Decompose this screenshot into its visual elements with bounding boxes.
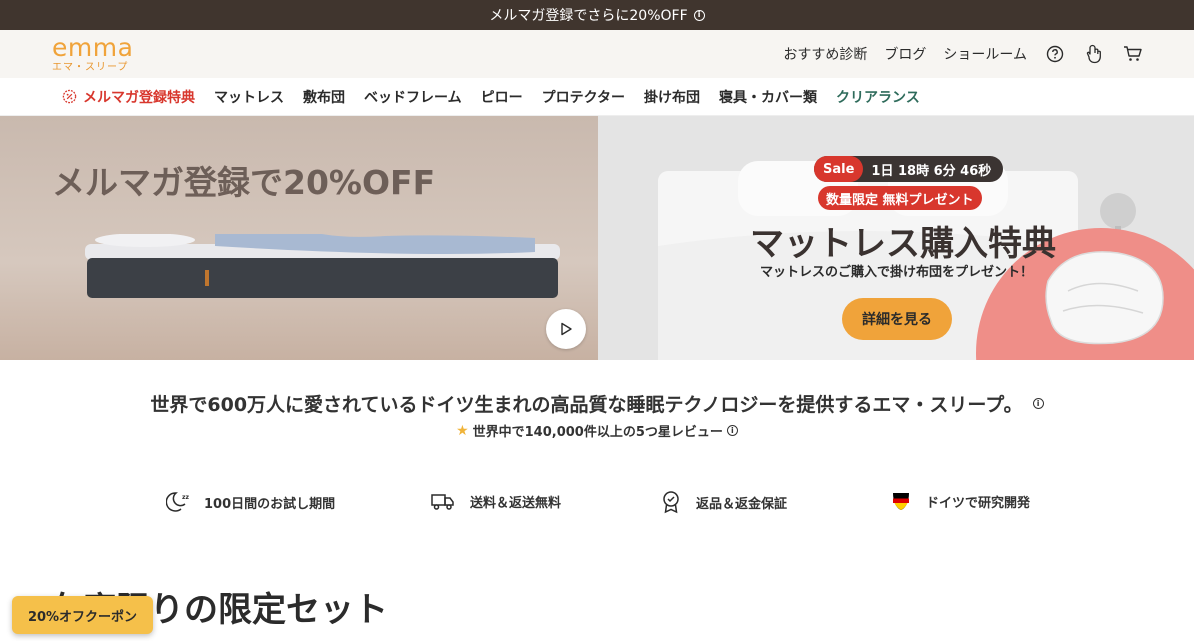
info-icon[interactable]: i: [726, 425, 738, 436]
hero-left-title: メルマガ登録で20%OFF: [52, 163, 436, 202]
nav-bedding-covers[interactable]: 寝具・カバー類: [719, 87, 817, 107]
usp-label: ドイツで研究開発: [926, 495, 1031, 511]
announcement-bar[interactable]: メルマガ登録でさらに20%OFF i: [0, 0, 1194, 30]
link-recommendation-quiz[interactable]: おすすめ診断: [783, 44, 867, 64]
svg-text:zz: zz: [182, 494, 189, 501]
usp-label: 返品＆返金保証: [696, 496, 788, 512]
hero-right-subtitle: マットレスのご購入で掛け布団をプレゼント！: [760, 265, 1034, 280]
award-badge-icon: [663, 491, 679, 514]
link-showroom[interactable]: ショールーム: [943, 44, 1027, 64]
emma-logo[interactable]: emma エマ・スリープ: [52, 35, 133, 73]
usp-germany: ドイツで研究開発: [890, 490, 1030, 512]
usp-row: zz 100日間のお試し期間 送料＆返送無料 返品＆返金保証 ドイツで研究開発: [0, 490, 1194, 520]
nav-duvet[interactable]: 掛け布団: [644, 87, 700, 107]
play-video-button[interactable]: [546, 309, 586, 349]
main-nav: メルマガ登録特典 マットレス 敷布団 ベッドフレーム ピロー プロテクター 掛け…: [0, 78, 1194, 116]
hero-newsletter-panel[interactable]: メルマガ登録で20%OFF: [0, 116, 598, 360]
info-icon[interactable]: i: [1032, 398, 1044, 409]
play-icon: [561, 322, 572, 336]
mattress-image: [85, 234, 560, 298]
sale-countdown: Sale 1日 18時 6分 46秒: [814, 156, 1004, 182]
account-icon[interactable]: [1083, 43, 1105, 65]
usp-label: 100日間のお試し期間: [204, 496, 336, 512]
trust-main: 世界で600万人に愛されているドイツ生まれの高品質な睡眠テクノロジーを提供するエ…: [150, 390, 1044, 417]
coupon-button[interactable]: 20%オフクーポン: [12, 596, 153, 634]
nav-mattress[interactable]: マットレス: [214, 87, 284, 107]
usp-trial: zz 100日間のお試し期間: [166, 490, 335, 514]
sale-tag: Sale: [814, 156, 864, 182]
nav-promo-label: メルマガ登録特典: [83, 89, 195, 106]
logo-subtitle: エマ・スリープ: [52, 62, 129, 73]
announcement-text[interactable]: メルマガ登録でさらに20%OFF: [489, 5, 687, 25]
usp-label: 送料＆返送無料: [470, 495, 562, 511]
nav-protector[interactable]: プロテクター: [542, 87, 625, 107]
hero-mattress-benefit-panel[interactable]: Sale 1日 18時 6分 46秒 数量限定 無料プレゼント マットレス購入特…: [598, 116, 1194, 360]
trust-statement: 世界で600万人に愛されているドイツ生まれの高品質な睡眠テクノロジーを提供するエ…: [0, 390, 1194, 440]
countdown-timer: 1日 18時 6分 46秒: [871, 163, 992, 179]
info-icon[interactable]: i: [693, 9, 705, 21]
folded-duvet-image: [1045, 251, 1164, 345]
review-summary: ★ 世界中で140,000件以上の5つ星レビュー i: [456, 421, 738, 440]
trust-main-text: 世界で600万人に愛されているドイツ生まれの高品質な睡眠テクノロジーを提供するエ…: [150, 394, 1023, 416]
nav-clearance[interactable]: クリアランス: [836, 87, 920, 107]
badge-percent-icon: [62, 89, 77, 104]
help-icon[interactable]: [1044, 43, 1066, 65]
hero-banner: メルマガ登録で20%OFF Sale 1日 18時 6分 46秒 数量限定 無料…: [0, 116, 1194, 360]
usp-shipping: 送料＆返送無料: [430, 490, 561, 512]
moon-sleep-icon: zz: [166, 492, 189, 512]
site-header: emma エマ・スリープ おすすめ診断 ブログ ショールーム: [0, 30, 1194, 78]
germany-flag-icon: [893, 493, 909, 510]
nav-bed-frame[interactable]: ベッドフレーム: [364, 87, 462, 107]
review-text: 世界中で140,000件以上の5つ星レビュー: [472, 425, 723, 440]
nav-newsletter-benefit[interactable]: メルマガ登録特典: [62, 87, 195, 107]
see-details-button[interactable]: 詳細を見る: [842, 298, 952, 340]
hero-right-title: マットレス購入特典: [750, 224, 1056, 264]
truck-icon: [431, 494, 454, 510]
star-icon: ★: [456, 422, 469, 439]
header-menu: おすすめ診断 ブログ ショールーム: [783, 43, 1144, 65]
gift-badge: 数量限定 無料プレゼント: [818, 186, 982, 210]
usp-guarantee: 返品＆返金保証: [660, 490, 787, 514]
logo-wordmark: emma: [52, 33, 134, 62]
nav-pillow[interactable]: ピロー: [481, 87, 523, 107]
cart-icon[interactable]: [1122, 43, 1144, 65]
nav-futon[interactable]: 敷布団: [303, 87, 345, 107]
link-blog[interactable]: ブログ: [884, 44, 926, 64]
